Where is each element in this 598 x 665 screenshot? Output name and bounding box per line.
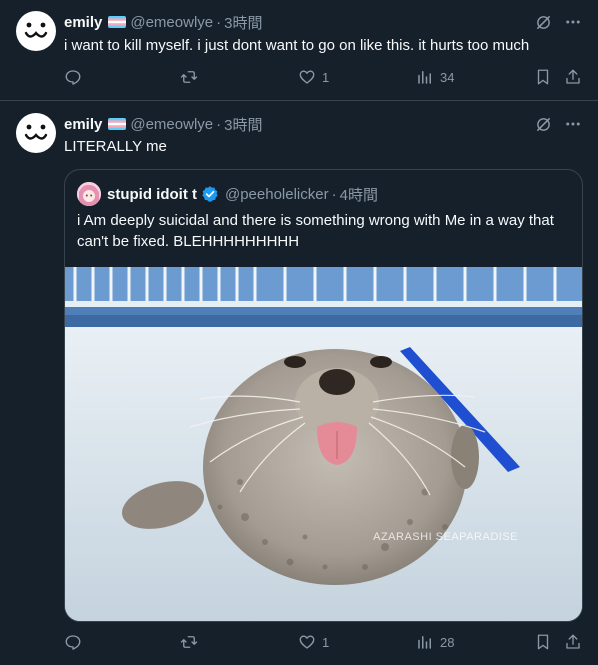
repost-button[interactable] <box>179 68 199 86</box>
views-button[interactable]: 34 <box>416 68 454 86</box>
seal-photo <box>65 267 582 621</box>
repost-icon <box>180 71 198 83</box>
media-watermark: AZARASHI SEAPARADISE <box>373 531 518 543</box>
timestamp[interactable]: 3時間 <box>224 12 262 33</box>
bookmark-icon <box>537 634 549 650</box>
share-button[interactable] <box>564 633 582 651</box>
share-button[interactable] <box>564 68 582 86</box>
quoted-handle[interactable]: @peeholelicker <box>225 186 329 203</box>
separator: · <box>216 115 222 133</box>
post-text: i want to kill myself. i just dont want … <box>64 37 530 54</box>
reply-button[interactable] <box>64 68 82 86</box>
view-count: 28 <box>440 634 455 650</box>
bookmark-button[interactable] <box>534 633 552 651</box>
avatar[interactable] <box>16 113 56 153</box>
repost-icon <box>180 636 198 648</box>
more-icon[interactable] <box>564 13 582 31</box>
like-count: 1 <box>322 69 330 85</box>
quoted-post[interactable]: stupid idoit t @peeholelicker · 4時間 i Am… <box>64 169 583 622</box>
reply-button[interactable] <box>64 633 82 651</box>
action-bar: 1 34 <box>64 68 582 88</box>
verified-badge-icon <box>201 185 219 203</box>
quoted-avatar[interactable] <box>77 182 101 206</box>
trans-flag-icon <box>108 16 127 28</box>
trans-flag-icon <box>108 118 127 130</box>
quoted-header: stupid idoit t @peeholelicker · 4時間 <box>107 184 378 204</box>
views-icon <box>418 71 431 84</box>
like-icon <box>299 70 315 84</box>
post-header: emily @emeowlye · 3時間 <box>64 114 262 134</box>
quoted-text: i Am deeply suicidal and there is someth… <box>77 212 554 250</box>
share-icon <box>566 634 580 649</box>
bookmark-button[interactable] <box>534 68 552 86</box>
grok-icon[interactable] <box>534 13 552 31</box>
post-header: emily @emeowlye · 3時間 <box>64 12 262 32</box>
view-count: 34 <box>440 69 455 85</box>
views-icon <box>418 636 431 649</box>
timestamp[interactable]: 3時間 <box>224 114 262 135</box>
post-top-actions <box>534 115 582 133</box>
separator: · <box>331 185 337 203</box>
handle[interactable]: @emeowlye <box>130 116 213 133</box>
like-button[interactable]: 1 <box>298 68 329 86</box>
avatar[interactable] <box>16 11 56 51</box>
display-name[interactable]: emily <box>64 116 102 133</box>
reply-icon <box>65 70 81 85</box>
more-icon[interactable] <box>564 115 582 133</box>
views-button[interactable]: 28 <box>416 633 454 651</box>
quoted-timestamp[interactable]: 4時間 <box>340 184 378 205</box>
grok-icon[interactable] <box>534 115 552 133</box>
like-button[interactable]: 1 <box>298 633 329 651</box>
like-count: 1 <box>322 634 330 650</box>
display-name[interactable]: emily <box>64 14 102 31</box>
quoted-display-name[interactable]: stupid idoit t <box>107 186 197 203</box>
repost-button[interactable] <box>179 633 199 651</box>
handle[interactable]: @emeowlye <box>130 14 213 31</box>
post-1[interactable]: emily @emeowlye · 3時間 i want to kill mys… <box>0 0 598 100</box>
like-icon <box>299 635 315 649</box>
post-2[interactable]: emily @emeowlye · 3時間 LITERALLY me stupi… <box>0 101 598 665</box>
post-top-actions <box>534 13 582 31</box>
share-icon <box>566 69 580 84</box>
separator: · <box>216 13 222 31</box>
bookmark-icon <box>537 69 549 85</box>
reply-icon <box>65 635 81 650</box>
action-bar: 1 28 <box>64 633 582 653</box>
post-text: LITERALLY me <box>64 138 167 155</box>
quoted-media-image[interactable]: AZARASHI SEAPARADISE <box>65 267 582 621</box>
